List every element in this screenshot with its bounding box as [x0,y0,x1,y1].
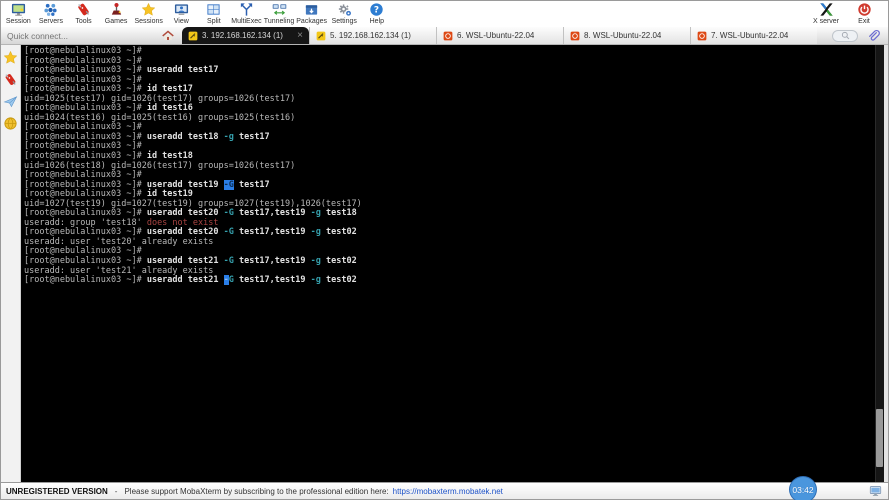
unregistered-version-label: UNREGISTERED VERSION [6,486,108,496]
terminal-line: [root@nebulalinux03 ~]# [24,46,147,56]
toolbar-button-servers[interactable]: Servers [35,1,68,26]
toolbar-button-sessions[interactable]: Sessions [132,1,165,26]
tab-label: 7. WSL-Ubuntu-22.04 [711,31,789,40]
left-sidebar [1,45,21,482]
tab-3-192-168-162-134-1[interactable]: 3. 192.168.162.134 (1) × [182,27,309,44]
packages-icon [304,2,319,17]
toolbar-button-packages[interactable]: Packages [295,1,328,26]
session-icon [11,2,26,17]
tab-8-wsl-ubuntu-22-04[interactable]: 8. WSL-Ubuntu-22.04 [563,27,690,44]
tab-search-button[interactable] [832,29,858,42]
help-icon: ? [369,2,384,17]
session-tabs: 3. 192.168.162.134 (1) × 5. 192.168.162.13… [179,27,817,44]
toolbar-left-group: Session Servers Tools Games Sessions View Spli… [2,1,393,26]
tabbar-extra [832,27,888,44]
ssh-session-icon [316,31,326,41]
wsl-session-icon [697,31,707,41]
toolbar-button-label: Sessions [134,18,163,25]
ssh-session-icon [188,31,198,41]
games-icon [109,2,124,17]
terminal-line: [root@nebulalinux03 ~]# useradd test17 [24,65,219,76]
paper-plane-icon[interactable] [3,94,18,109]
toolbar-button-games[interactable]: Games [100,1,133,26]
toolbar-button-settings[interactable]: Settings [328,1,361,26]
terminal-output: [root@nebulalinux03 ~]# [root@nebulalinu… [24,46,884,286]
terminal-line: uid=1026(test18) gid=1026(test17) groups… [24,160,296,171]
toolbar-button-label: Exit [858,18,870,25]
svg-text:?: ? [374,6,379,16]
terminal-line: [root@nebulalinux03 ~]# useradd test18 -… [24,131,270,142]
main-area: [root@nebulalinux03 ~]# [root@nebulalinu… [1,45,888,482]
toolbar-button-label: MultiExec [231,18,262,25]
tab-bar: 3. 192.168.162.134 (1) × 5. 192.168.162.13… [1,27,888,45]
toolbar-button-label: X server [812,18,840,25]
toolbar-button-label: Tools [75,18,92,25]
toolbar-button-exit[interactable]: Exit [845,1,883,26]
tunneling-icon [272,2,287,17]
toolbar-button-label: Tunneling [263,18,295,25]
monitor-icon[interactable] [868,484,883,498]
terminal-line: [root@nebulalinux03 ~]# useradd test21 -… [24,275,357,286]
star-icon[interactable] [3,50,18,65]
toolbar-button-label: Games [104,18,128,25]
toolbar-button-label: Servers [38,18,63,25]
toolbar-button-label: Settings [331,18,357,25]
tab-label: 8. WSL-Ubuntu-22.04 [584,31,662,40]
settings-icon [337,2,352,17]
tab-close-icon[interactable]: × [297,30,303,41]
scrollbar[interactable] [875,45,884,482]
tab-label: 6. WSL-Ubuntu-22.04 [457,31,535,40]
toolbar-right-group: X server Exit [807,1,887,26]
toolbar-button-session[interactable]: Session [2,1,35,26]
paperclip-icon[interactable] [866,29,880,43]
separator: - [114,486,118,496]
mobatek-link[interactable]: https://mobaxterm.mobatek.net [393,487,503,496]
toolbar-button-multiexec[interactable]: MultiExec [230,1,263,26]
clock-widget: 03:42 [789,476,817,500]
quick-connect-input[interactable] [1,27,151,44]
sessions-icon [141,2,156,17]
terminal-line: useradd: user 'test20' already exists [24,236,214,247]
toolbar-button-tools[interactable]: Tools [67,1,100,26]
toolbar-button-view[interactable]: View [165,1,198,26]
multiexec-icon [239,2,254,17]
terminal-line: uid=1024(test16) gid=1025(test16) groups… [24,112,296,123]
scrollbar-thumb[interactable] [876,409,883,467]
toolbar-button-label: Help [369,18,385,25]
tab-6-wsl-ubuntu-22-04[interactable]: 6. WSL-Ubuntu-22.04 [436,27,563,44]
servers-icon [43,2,58,17]
main-toolbar: Session Servers Tools Games Sessions View Spli… [1,1,888,27]
split-icon [206,2,221,17]
wsl-session-icon [443,31,453,41]
toolbar-button-x-server[interactable]: X server [807,1,845,26]
tab-7-wsl-ubuntu-22-04[interactable]: 7. WSL-Ubuntu-22.04 [690,27,817,44]
knife-icon[interactable] [3,72,18,87]
home-icon [161,29,175,42]
toolbar-button-label: Packages [296,18,328,25]
toolbar-button-help[interactable]: ? Help [361,1,394,26]
view-icon [174,2,189,17]
mobaxterm-window: { "toolbar": { "items": [ {"label": "Ses… [0,0,889,500]
search-icon [840,30,851,41]
wsl-session-icon [570,31,580,41]
terminal[interactable]: [root@nebulalinux03 ~]# [root@nebulalinu… [21,45,884,482]
globe-icon[interactable] [3,116,18,131]
tools-icon [76,2,91,17]
tab-label: 3. 192.168.162.134 (1) [202,31,283,40]
tab-5-192-168-162-134-1[interactable]: 5. 192.168.162.134 (1) [309,27,436,44]
tab-label: 5. 192.168.162.134 (1) [330,31,411,40]
toolbar-button-label: Split [207,18,221,25]
status-message: Please support MobaXterm by subscribing … [124,486,389,496]
toolbar-button-tunneling[interactable]: Tunneling [263,1,296,26]
x-server-icon [819,2,834,17]
status-bar: UNREGISTERED VERSION - Please support Mo… [1,482,888,499]
toolbar-button-label: View [173,18,189,25]
toolbar-button-label: Session [5,18,31,25]
home-button[interactable] [157,27,179,44]
toolbar-button-split[interactable]: Split [198,1,231,26]
exit-icon [857,2,872,17]
